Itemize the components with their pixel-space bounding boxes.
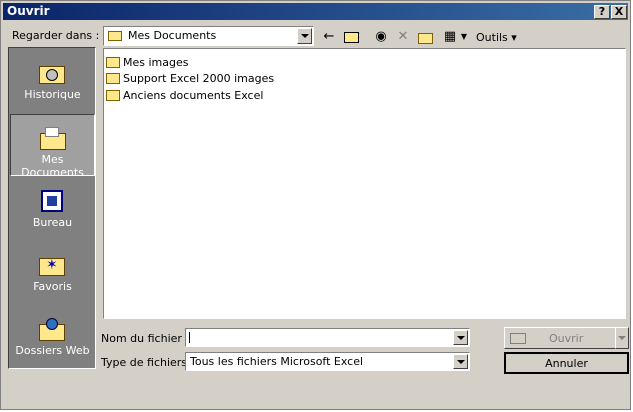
delete-icon[interactable]: ✕ <box>393 27 413 47</box>
open-dialog: Ouvrir ? X Regarder dans : Mes Documents… <box>0 0 631 410</box>
web-folders-icon <box>37 316 67 342</box>
place-label: Favoris <box>33 280 72 293</box>
filetype-select[interactable]: Tous les fichiers Microsoft Excel <box>185 352 470 371</box>
file-list[interactable]: Mes images Support Excel 2000 images Anc… <box>103 48 626 319</box>
place-my-documents[interactable]: Mes Documents <box>10 114 95 179</box>
place-web-folders[interactable]: Dossiers Web <box>10 306 95 368</box>
places-bar: Historique Mes Documents Bureau ✶ Favori… <box>8 47 96 369</box>
help-button[interactable]: ? <box>594 5 610 19</box>
views-icon[interactable]: ▦ <box>440 27 460 47</box>
open-options-button[interactable] <box>615 327 629 349</box>
chevron-down-icon[interactable] <box>453 354 468 369</box>
place-favorites[interactable]: ✶ Favoris <box>10 242 95 304</box>
filetype-label: Type de fichiers : <box>101 356 195 369</box>
chevron-down-icon[interactable] <box>453 330 468 345</box>
favorites-icon: ✶ <box>37 252 67 278</box>
folder-icon <box>106 57 120 68</box>
chevron-down-icon <box>618 336 626 340</box>
lookin-label: Regarder dans : <box>12 29 100 42</box>
title-bar: Ouvrir ? X <box>3 3 628 20</box>
open-folder-icon <box>510 333 526 344</box>
filetype-value: Tous les fichiers Microsoft Excel <box>190 355 364 368</box>
history-icon <box>37 60 67 86</box>
window-title: Ouvrir <box>7 4 50 18</box>
place-desktop[interactable]: Bureau <box>10 178 95 240</box>
views-dropdown-icon[interactable]: ▼ <box>459 27 469 47</box>
folder-icon <box>108 31 122 41</box>
folder-shortcut-icon <box>106 90 120 101</box>
cancel-button[interactable]: Annuler <box>504 352 629 374</box>
chevron-down-icon[interactable] <box>297 28 312 44</box>
search-web-icon[interactable]: ◉ <box>371 27 391 47</box>
lookin-combo[interactable]: Mes Documents <box>103 26 314 46</box>
open-button[interactable]: Ouvrir <box>504 327 616 349</box>
tools-menu[interactable]: Outils ▾ <box>476 31 517 44</box>
lookin-value: Mes Documents <box>128 29 217 42</box>
place-label: Mes Documents <box>21 153 84 179</box>
place-label: Dossiers Web <box>15 344 90 357</box>
desktop-icon <box>37 188 67 214</box>
place-label: Bureau <box>32 216 73 229</box>
filename-label: Nom du fichier : <box>101 332 190 345</box>
close-button[interactable]: X <box>611 5 627 19</box>
filename-input[interactable] <box>185 328 470 347</box>
place-label: Historique <box>24 88 81 101</box>
new-folder-icon[interactable] <box>416 27 436 47</box>
back-arrow-icon[interactable]: ← <box>319 27 339 47</box>
folder-icon <box>106 73 120 84</box>
text-cursor <box>189 332 190 343</box>
place-history[interactable]: Historique <box>10 50 95 112</box>
my-documents-icon <box>38 125 68 151</box>
up-folder-icon[interactable] <box>342 27 362 47</box>
